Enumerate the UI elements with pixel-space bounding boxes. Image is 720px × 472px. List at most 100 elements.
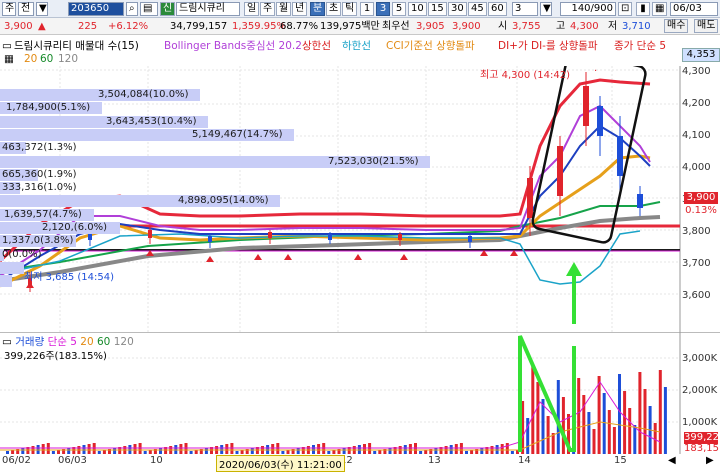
volume-bar [332,450,336,454]
scroll-right-icon[interactable]: ▶ [706,455,714,466]
code-list-icon[interactable]: ▤ [140,2,158,16]
interval-60[interactable]: 60 [488,2,507,16]
quote-bar: 3,900 ▲ 225 +6.12% 34,799,157 1,359.95% … [0,18,720,35]
current-pct-tag: 0.13% [685,205,717,216]
profile-label: 3,504,084(10.0%) [98,89,189,100]
volume-bar [143,451,147,454]
change-rate: +6.12% [108,21,149,32]
period-day[interactable]: 일 [244,2,260,16]
high-label: 고 [556,21,566,32]
chart-menu-icon[interactable]: ▦ [4,53,14,66]
period-year[interactable]: 년 [292,2,308,16]
volume-bar [373,451,377,454]
scroll-left-icon[interactable]: ◀ [668,455,676,466]
interval-10[interactable]: 10 [408,2,427,16]
toolbar: 주 전 ▼ 203650 ⌕ ▤ 신 드림시큐리 일 주 월 년 분 초 틱 1… [0,0,720,18]
profile-label: 1,784,900(5.1%) [6,102,91,114]
volume-bar [577,378,581,454]
change-value: 225 [78,21,98,32]
market-tag: 신 [160,2,176,16]
interval-30[interactable]: 30 [448,2,467,16]
legend-lower: 하한선 [342,40,371,52]
price-tick-label: 4,300 [682,66,711,77]
volume-bar [378,450,382,454]
volume-bar [57,450,60,454]
unit-dropdown-icon[interactable]: ▼ [540,2,552,16]
legend-upper: 상한선 [302,40,331,52]
mode-select[interactable]: 전 [18,2,34,16]
volume-bar [618,374,621,454]
volume-chart [0,332,720,454]
bars-icon[interactable]: ▮ [636,2,650,16]
chart-legend: ▭ 드림시큐리티 매물대 수(15) Bollinger Bands중심선 20… [0,38,690,66]
interval-3[interactable]: 3 [376,2,390,16]
period-minute[interactable]: 분 [310,2,326,16]
volume-bar [235,451,239,454]
profile-bar [0,275,12,288]
volume-bar [113,448,117,454]
volume-bar [500,444,504,454]
date-tick-label: 06/03 [58,455,87,466]
volume-bar [592,429,596,454]
period-second[interactable]: 초 [326,2,342,16]
calendar-icon[interactable]: ▦ [652,2,668,16]
volume-bar [194,450,198,454]
volume-bar [454,444,458,454]
search-icon[interactable]: ⌕ [126,2,138,16]
volume-bar [663,387,667,454]
best-bid: 3,900 [452,21,481,32]
date-input[interactable]: 06/03 [670,2,718,16]
legend-bollinger: Bollinger Bands중심선 20.2 [164,40,302,52]
volume-bar [21,448,25,454]
profile-label: 5,149,467(14.7%) [192,128,283,140]
period-week[interactable]: 주 [260,2,276,16]
legend-cci: CCI기준선 상향돌파 [386,40,475,52]
profile-label: 0(0.0%) [2,248,42,260]
volume-rate: 1,359.95% [232,21,287,32]
volume-bar [327,451,331,454]
interval-15[interactable]: 15 [428,2,447,16]
crosshair-date: 2020/06/03(수) 11:21:00 [216,455,345,472]
volume-bar [271,444,275,454]
svg-text:·: · [594,66,597,77]
period-month[interactable]: 월 [276,2,292,16]
legend-dmi: DI+가 DI-를 상향돌파 [498,40,598,52]
high-price: 4,300 [570,21,599,32]
unit-input[interactable]: 3 [512,2,538,16]
code-input[interactable]: 203650 [68,2,124,16]
volume-bar [607,410,611,454]
interval-45[interactable]: 45 [468,2,487,16]
menu-button[interactable]: 주 [2,2,16,16]
volume-bar [597,376,601,454]
count-input[interactable]: 140/900 [560,2,616,16]
volume-bar [286,450,290,454]
volume-bar [225,444,229,454]
mode-dropdown[interactable]: ▼ [36,2,48,16]
sell-button[interactable]: 매수 [664,19,689,33]
date-tick-label: 13 [428,455,441,466]
period-tick[interactable]: 틱 [342,2,358,16]
profile-label: 1,639,57(4.7%) [4,208,82,220]
volume-tick-label: 2,000K [682,385,718,396]
profile-label: 3,643,453(10.4%) [106,115,197,127]
interval-1[interactable]: 1 [360,2,374,16]
top-price-tag: 4,353 [682,48,720,62]
volume-bar [561,397,565,454]
volume-bar [633,425,637,454]
volume-bar [623,391,627,454]
volume-bar [41,444,45,454]
volume-bar [250,448,254,454]
legend-name: 드림시큐리티 매물대 수(15) [14,40,139,52]
collapse-icon[interactable]: ▭ [2,40,12,53]
date-tick-label: 14 [518,455,531,466]
best-ask: 3,905 [416,21,445,32]
interval-5[interactable]: 5 [392,2,406,16]
volume-bar [587,412,591,454]
date-tick-label: 06/02 [2,455,31,466]
buy-button[interactable]: 매도 [694,19,719,33]
profile-label: 2,120,(6.0%) [42,222,108,233]
volume-bar [317,444,321,454]
lock-icon[interactable]: ⊡ [618,2,633,16]
price-tick-label: 4,100 [682,130,711,141]
volume-bar [204,448,208,454]
